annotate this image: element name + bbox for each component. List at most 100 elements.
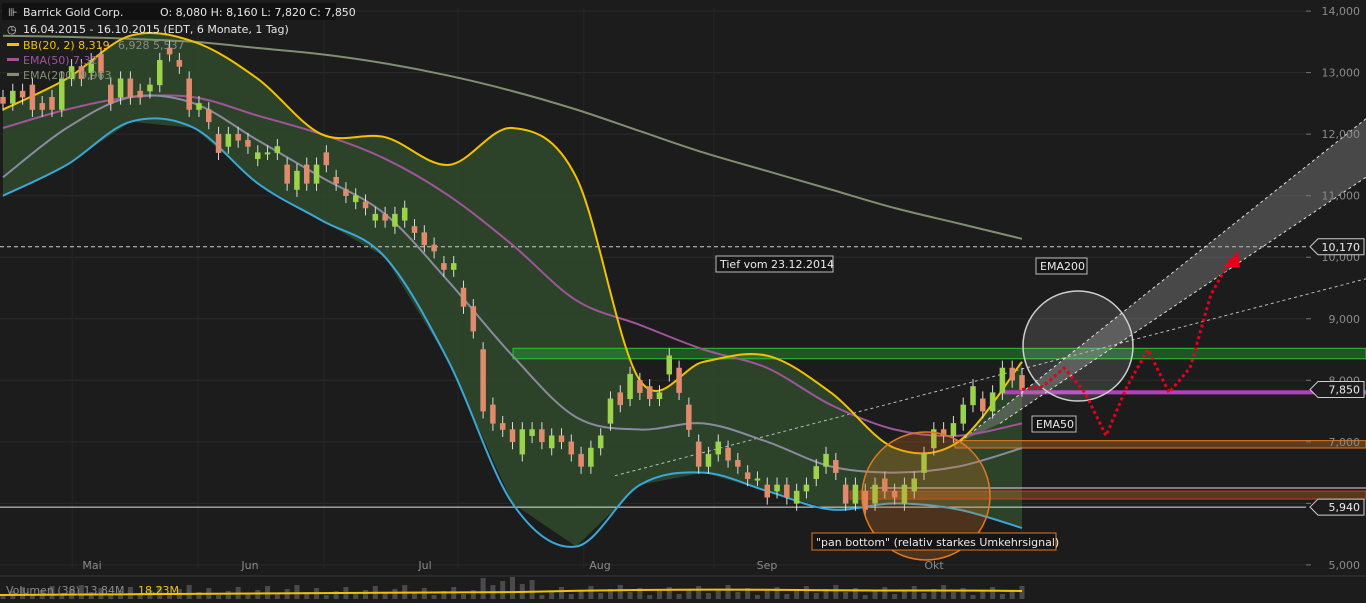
candle-body-34 <box>334 177 339 183</box>
resistance-zone <box>513 348 1366 358</box>
candle-body-16 <box>157 60 162 85</box>
label-pan-bottom-text: "pan bottom" (relativ starkes Umkehrsign… <box>816 536 1059 549</box>
candle-body-44 <box>432 245 437 251</box>
volume-bar-102 <box>1000 594 1005 599</box>
candle-body-69 <box>677 368 682 393</box>
candle-body-104 <box>1020 375 1025 389</box>
candle-body-70 <box>686 405 691 430</box>
candle-body-41 <box>402 208 407 220</box>
candle-body-83 <box>814 466 819 478</box>
date-range: 16.04.2015 - 16.10.2015 (EDT, 6 Monate, … <box>23 23 289 36</box>
volume-bar-70 <box>686 590 691 599</box>
volume-bar-54 <box>530 580 535 599</box>
volume-bar-94 <box>922 593 927 599</box>
y-tick-label-1: 13,000 <box>1322 67 1361 80</box>
x-tick-label-1: Jun <box>240 559 258 572</box>
instrument-name: Barrick Gold Corp. <box>23 6 123 19</box>
candle-body-97 <box>951 423 956 435</box>
y-tick-label-0: 14,000 <box>1322 5 1361 18</box>
candle-body-15 <box>147 85 152 91</box>
volume-bar-77 <box>755 595 760 599</box>
candle-body-68 <box>667 356 672 374</box>
candle-body-65 <box>637 380 642 392</box>
candle-body-29 <box>285 165 290 183</box>
volume-bar-61 <box>598 593 603 599</box>
legend-extra-0: 6,928 5,537 <box>118 39 184 52</box>
label-ema50-text: EMA50 <box>1036 418 1074 431</box>
price-chart[interactable]: 14,00013,00012,00011,00010,0009,0008,000… <box>0 0 1366 599</box>
candle-body-36 <box>353 196 358 202</box>
candle-body-4 <box>40 103 45 109</box>
candle-body-28 <box>275 146 280 152</box>
volume-bar-99 <box>971 595 976 599</box>
candle-body-77 <box>755 479 760 481</box>
label-pan-bottom: "pan bottom" (relativ starkes Umkehrsign… <box>812 533 1059 550</box>
candle-body-58 <box>569 442 574 454</box>
candle-body-31 <box>304 165 309 183</box>
candle-body-74 <box>726 448 731 460</box>
chart-type-icon: ⊪ <box>8 6 18 19</box>
volume-bar-25 <box>245 594 250 599</box>
legend-text-2: EMA(200) 9,963 <box>23 69 112 82</box>
candle-body-101 <box>990 393 995 411</box>
volume-bar-23 <box>226 591 231 599</box>
candle-body-26 <box>255 153 260 159</box>
volume-bar-30 <box>294 585 299 599</box>
candle-body-24 <box>236 134 241 140</box>
candle-body-103 <box>1010 368 1015 380</box>
candle-body-45 <box>441 263 446 269</box>
legend-text-0: BB(20, 2) 8,319 <box>23 39 110 52</box>
y-tick-label-5: 9,000 <box>1329 313 1361 326</box>
x-tick-label-2: Jul <box>417 559 431 572</box>
candle-body-63 <box>618 393 623 405</box>
candle-body-27 <box>265 153 270 155</box>
volume-bar-91 <box>892 594 897 599</box>
candle-body-51 <box>500 423 505 429</box>
candle-body-50 <box>490 405 495 423</box>
volume-bar-51 <box>500 581 505 599</box>
label-ema200-text: EMA200 <box>1040 260 1085 273</box>
candle-body-46 <box>451 263 456 269</box>
volume-bar-81 <box>794 590 799 599</box>
volume-label-text: Volumen (38) 13,84M <box>6 584 124 597</box>
volume-bar-64 <box>628 592 633 599</box>
candle-body-102 <box>1000 368 1005 393</box>
volume-bar-40 <box>392 589 397 599</box>
volume-bar-74 <box>726 585 731 599</box>
x-tick-label-5: Okt <box>924 559 944 572</box>
candle-body-39 <box>383 214 388 220</box>
candle-body-18 <box>177 60 182 66</box>
candle-body-84 <box>824 454 829 466</box>
candle-body-59 <box>579 454 584 466</box>
volume-bar-100 <box>980 591 985 599</box>
volume-bar-67 <box>657 591 662 599</box>
candle-body-75 <box>735 460 740 466</box>
y-tick-label-9: 5,000 <box>1329 559 1361 572</box>
candle-body-25 <box>245 140 250 146</box>
volume-bar-19 <box>187 585 192 599</box>
candle-body-11 <box>108 85 113 103</box>
candle-body-73 <box>716 442 721 454</box>
price-tag-label-2: 5,940 <box>1329 501 1361 514</box>
candle-body-54 <box>530 430 535 436</box>
candle-body-55 <box>539 430 544 442</box>
orange-zone <box>955 441 1366 448</box>
candle-body-79 <box>775 485 780 491</box>
volume-bar-93 <box>912 586 917 599</box>
volume-bar-58 <box>569 594 574 599</box>
volume-bar-52 <box>510 577 515 599</box>
volume-bar-36 <box>353 594 358 599</box>
volume-bar-39 <box>383 593 388 599</box>
volume-bar-83 <box>814 593 819 599</box>
volume-bar-82 <box>804 586 809 599</box>
candle-body-86 <box>843 485 848 503</box>
candle-body-72 <box>706 454 711 466</box>
candle-body-52 <box>510 430 515 442</box>
x-tick-label-4: Sep <box>757 559 778 572</box>
price-tag-label-1: 7,850 <box>1329 384 1361 397</box>
candle-body-14 <box>138 91 143 97</box>
candle-body-1 <box>10 91 15 103</box>
candle-body-22 <box>216 134 221 152</box>
candle-body-19 <box>187 79 192 110</box>
candle-body-49 <box>481 350 486 412</box>
